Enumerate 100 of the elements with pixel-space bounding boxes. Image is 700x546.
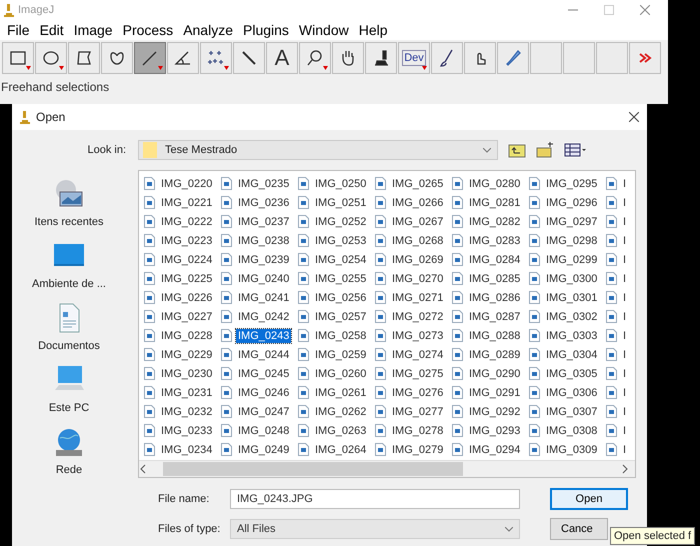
image-filename[interactable]: IMG_0239: [236, 252, 292, 266]
scroll-right-icon[interactable]: [621, 464, 629, 474]
image-filename[interactable]: IMG_0266: [390, 196, 446, 210]
image-filename[interactable]: I: [621, 348, 628, 362]
image-filename[interactable]: IMG_0220: [159, 176, 214, 190]
image-filename[interactable]: IMG_0265: [390, 176, 446, 190]
tool-button[interactable]: [332, 42, 364, 74]
image-filename[interactable]: I: [621, 214, 628, 228]
image-filename[interactable]: IMG_0234: [159, 442, 214, 456]
places-item[interactable]: Este PC: [19, 364, 119, 414]
image-filename[interactable]: IMG_0296: [544, 196, 600, 210]
scroll-left-icon[interactable]: [139, 464, 147, 474]
tool-button[interactable]: [101, 42, 133, 74]
image-filename[interactable]: IMG_0245: [236, 366, 292, 380]
image-filename[interactable]: IMG_0285: [467, 272, 522, 286]
menu-item[interactable]: File: [2, 22, 35, 38]
image-filename[interactable]: IMG_0294: [467, 442, 522, 456]
image-filename[interactable]: IMG_0292: [467, 404, 522, 418]
open-button[interactable]: Open: [550, 488, 628, 510]
image-filename[interactable]: IMG_0283: [467, 234, 522, 248]
image-filename[interactable]: IMG_0291: [467, 386, 522, 400]
image-filename[interactable]: IMG_0250: [313, 176, 368, 190]
image-filename[interactable]: IMG_0278: [390, 424, 446, 438]
scrollbar-thumb[interactable]: [163, 462, 463, 476]
image-filename[interactable]: IMG_0293: [467, 424, 522, 438]
image-filename[interactable]: I: [621, 442, 628, 456]
file-type-dropdown[interactable]: All Files: [230, 519, 520, 539]
image-filename[interactable]: IMG_0309: [544, 442, 600, 456]
image-filename[interactable]: IMG_0304: [544, 348, 600, 362]
image-filename[interactable]: IMG_0252: [313, 214, 368, 228]
menu-item[interactable]: Process: [118, 22, 178, 38]
image-filename[interactable]: IMG_0230: [159, 366, 214, 380]
image-filename[interactable]: I: [621, 366, 628, 380]
image-filename[interactable]: I: [621, 424, 628, 438]
image-filename[interactable]: IMG_0284: [467, 252, 522, 266]
image-filename[interactable]: IMG_0263: [313, 424, 368, 438]
image-filename[interactable]: IMG_0261: [313, 386, 368, 400]
image-filename[interactable]: IMG_0248: [236, 424, 292, 438]
image-filename[interactable]: IMG_0237: [236, 214, 292, 228]
tool-button[interactable]: [365, 42, 397, 74]
image-filename[interactable]: IMG_0270: [390, 272, 446, 286]
image-filename[interactable]: IMG_0225: [159, 272, 214, 286]
image-filename[interactable]: IMG_0301: [544, 290, 600, 304]
image-filename[interactable]: IMG_0269: [390, 252, 446, 266]
image-filename[interactable]: IMG_0258: [313, 328, 368, 342]
places-item[interactable]: Documentos: [19, 302, 119, 352]
image-filename[interactable]: IMG_0240: [236, 272, 292, 286]
menu-item[interactable]: Analyze: [178, 22, 238, 38]
image-filename[interactable]: I: [621, 290, 628, 304]
image-filename[interactable]: IMG_0249: [236, 442, 292, 456]
image-filename[interactable]: IMG_0288: [467, 328, 522, 342]
menu-item[interactable]: Image: [68, 22, 118, 38]
places-item[interactable]: Ambiente de ...: [19, 240, 119, 290]
image-filename[interactable]: I: [621, 386, 628, 400]
image-filename[interactable]: IMG_0228: [159, 328, 214, 342]
tool-button[interactable]: [431, 42, 463, 74]
image-filename[interactable]: IMG_0256: [313, 290, 368, 304]
image-filename[interactable]: IMG_0276: [390, 386, 446, 400]
image-filename[interactable]: IMG_0307: [544, 404, 600, 418]
image-filename[interactable]: IMG_0253: [313, 234, 368, 248]
image-filename[interactable]: IMG_0262: [313, 404, 368, 418]
image-filename[interactable]: IMG_0264: [313, 442, 368, 456]
image-filename[interactable]: IMG_0281: [467, 196, 522, 210]
look-in-dropdown[interactable]: Tese Mestrado: [138, 140, 498, 160]
image-filename[interactable]: IMG_0277: [390, 404, 446, 418]
image-filename[interactable]: IMG_0299: [544, 252, 600, 266]
image-filename[interactable]: IMG_0282: [467, 214, 522, 228]
image-filename[interactable]: IMG_0273: [390, 328, 446, 342]
up-folder-icon[interactable]: [508, 142, 526, 158]
image-filename[interactable]: I: [621, 328, 628, 342]
image-filename[interactable]: IMG_0305: [544, 366, 600, 380]
image-filename[interactable]: IMG_0226: [159, 290, 214, 304]
menu-item[interactable]: Help: [354, 22, 393, 38]
image-filename[interactable]: IMG_0303: [544, 328, 600, 342]
tool-button[interactable]: [68, 42, 100, 74]
cancel-button[interactable]: Cance: [550, 518, 608, 540]
tool-button[interactable]: Dev: [398, 42, 430, 74]
image-filename[interactable]: IMG_0241: [236, 290, 292, 304]
image-filename[interactable]: IMG_0247: [236, 404, 292, 418]
image-filename[interactable]: I: [621, 310, 628, 324]
image-filename[interactable]: IMG_0231: [159, 386, 214, 400]
image-filename[interactable]: IMG_0221: [159, 196, 214, 210]
image-filename[interactable]: IMG_0254: [313, 252, 368, 266]
image-filename[interactable]: IMG_0238: [236, 234, 292, 248]
image-filename[interactable]: IMG_0255: [313, 272, 368, 286]
image-filename[interactable]: IMG_0236: [236, 196, 292, 210]
new-folder-icon[interactable]: [536, 142, 554, 158]
close-icon[interactable]: [629, 112, 639, 122]
image-filename[interactable]: IMG_0222: [159, 214, 214, 228]
image-filename[interactable]: IMG_0308: [544, 424, 600, 438]
image-filename[interactable]: IMG_0280: [467, 176, 522, 190]
image-filename[interactable]: IMG_0271: [390, 290, 446, 304]
places-item[interactable]: Itens recentes: [19, 178, 119, 228]
image-filename[interactable]: IMG_0259: [313, 348, 368, 362]
image-filename[interactable]: IMG_0251: [313, 196, 368, 210]
image-filename[interactable]: I: [621, 272, 628, 286]
menu-item[interactable]: Window: [294, 22, 354, 38]
image-filename[interactable]: IMG_0243: [236, 328, 292, 342]
places-item[interactable]: Rede: [19, 426, 119, 476]
image-filename[interactable]: IMG_0300: [544, 272, 600, 286]
